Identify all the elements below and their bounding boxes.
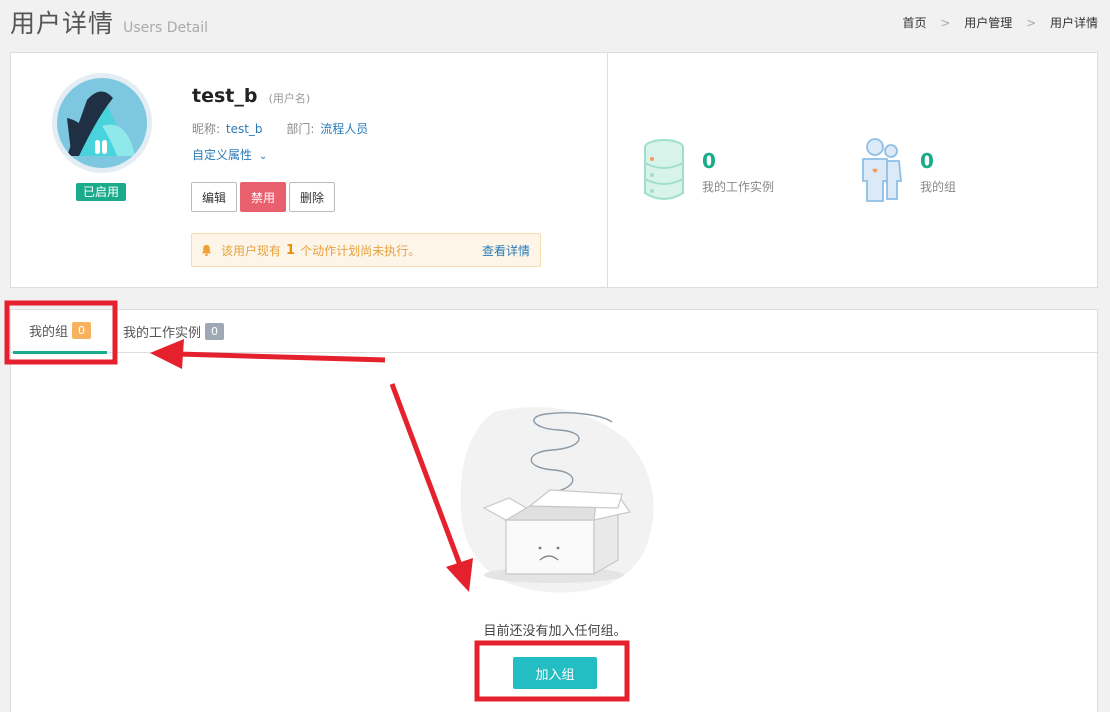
- status-badge: 已启用: [76, 183, 127, 201]
- tab-count-badge: 0: [72, 322, 91, 339]
- custom-attributes-label: 自定义属性: [192, 148, 253, 162]
- group-people-icon: [862, 138, 902, 202]
- alert-prefix: 该用户现有: [221, 243, 282, 258]
- tab-count-badge: 0: [205, 323, 225, 340]
- tab-my-work-instances[interactable]: 我的工作实例 0: [123, 310, 225, 353]
- empty-state-message: 目前还没有加入任何组。: [483, 624, 627, 639]
- profile-info-panel: 已启用 test_b (用户名) 昵称: test_b 部门: 流程人员 自定义…: [11, 53, 608, 287]
- page-header: 用户详情 Users Detail: [10, 4, 208, 40]
- profile-card: 已启用 test_b (用户名) 昵称: test_b 部门: 流程人员 自定义…: [10, 52, 1098, 288]
- meta-row: 昵称: test_b 部门: 流程人员: [192, 120, 388, 137]
- department-label: 部门:: [286, 122, 315, 136]
- department-value[interactable]: 流程人员: [320, 122, 368, 136]
- database-icon: [644, 139, 684, 200]
- avatar: [52, 73, 152, 173]
- breadcrumb: 首页 > 用户管理 > 用户详情: [903, 14, 1098, 31]
- join-group-button[interactable]: 加入组: [513, 657, 597, 689]
- breadcrumb-current: 用户详情: [1049, 16, 1098, 30]
- action-plan-alert: 该用户现有 1 个动作计划尚未执行。 查看详情: [191, 233, 541, 267]
- stat-groups[interactable]: 0 我的组: [859, 137, 956, 203]
- username: test_b: [192, 85, 258, 107]
- custom-attributes-toggle[interactable]: 自定义属性 ⌄: [192, 146, 267, 163]
- chevron-down-icon: ⌄: [258, 151, 268, 162]
- groups-label: 我的组: [920, 180, 957, 194]
- bell-icon: [201, 244, 212, 256]
- alert-count: 1: [286, 242, 296, 258]
- edit-button[interactable]: 编辑: [191, 182, 238, 212]
- action-buttons: 编辑 禁用 删除: [191, 182, 336, 212]
- groups-count: 0: [920, 149, 934, 173]
- view-details-link[interactable]: 查看详情: [482, 242, 530, 259]
- username-row: test_b (用户名): [192, 85, 310, 107]
- breadcrumb-home[interactable]: 首页: [903, 16, 927, 30]
- disable-button[interactable]: 禁用: [240, 182, 287, 212]
- tab-bar: 我的组 0 我的工作实例 0: [11, 310, 1097, 354]
- page-title: 用户详情: [10, 9, 115, 38]
- work-instances-label: 我的工作实例: [702, 180, 775, 194]
- tab-label: 我的工作实例: [123, 326, 202, 341]
- alert-suffix: 个动作计划尚未执行。: [300, 243, 421, 258]
- tab-my-groups[interactable]: 我的组 0: [13, 310, 107, 354]
- empty-box-illustration: [460, 407, 654, 593]
- work-instances-count: 0: [702, 149, 716, 173]
- page-subtitle: Users Detail: [123, 20, 209, 36]
- breadcrumb-user-management[interactable]: 用户管理: [964, 16, 1012, 30]
- delete-button[interactable]: 删除: [289, 182, 336, 212]
- nickname-label: 昵称:: [192, 122, 221, 136]
- stat-work-instances[interactable]: 0 我的工作实例: [641, 137, 774, 203]
- breadcrumb-separator: >: [1026, 16, 1037, 30]
- breadcrumb-separator: >: [940, 16, 951, 30]
- tabs-card: 我的组 0 我的工作实例 0 目前还没有加入任何组。 加入组: [10, 309, 1098, 712]
- nickname-value: test_b: [225, 122, 263, 136]
- username-hint: (用户名): [268, 92, 311, 105]
- tab-label: 我的组: [28, 325, 68, 340]
- avatar-logo-icon: [57, 78, 147, 168]
